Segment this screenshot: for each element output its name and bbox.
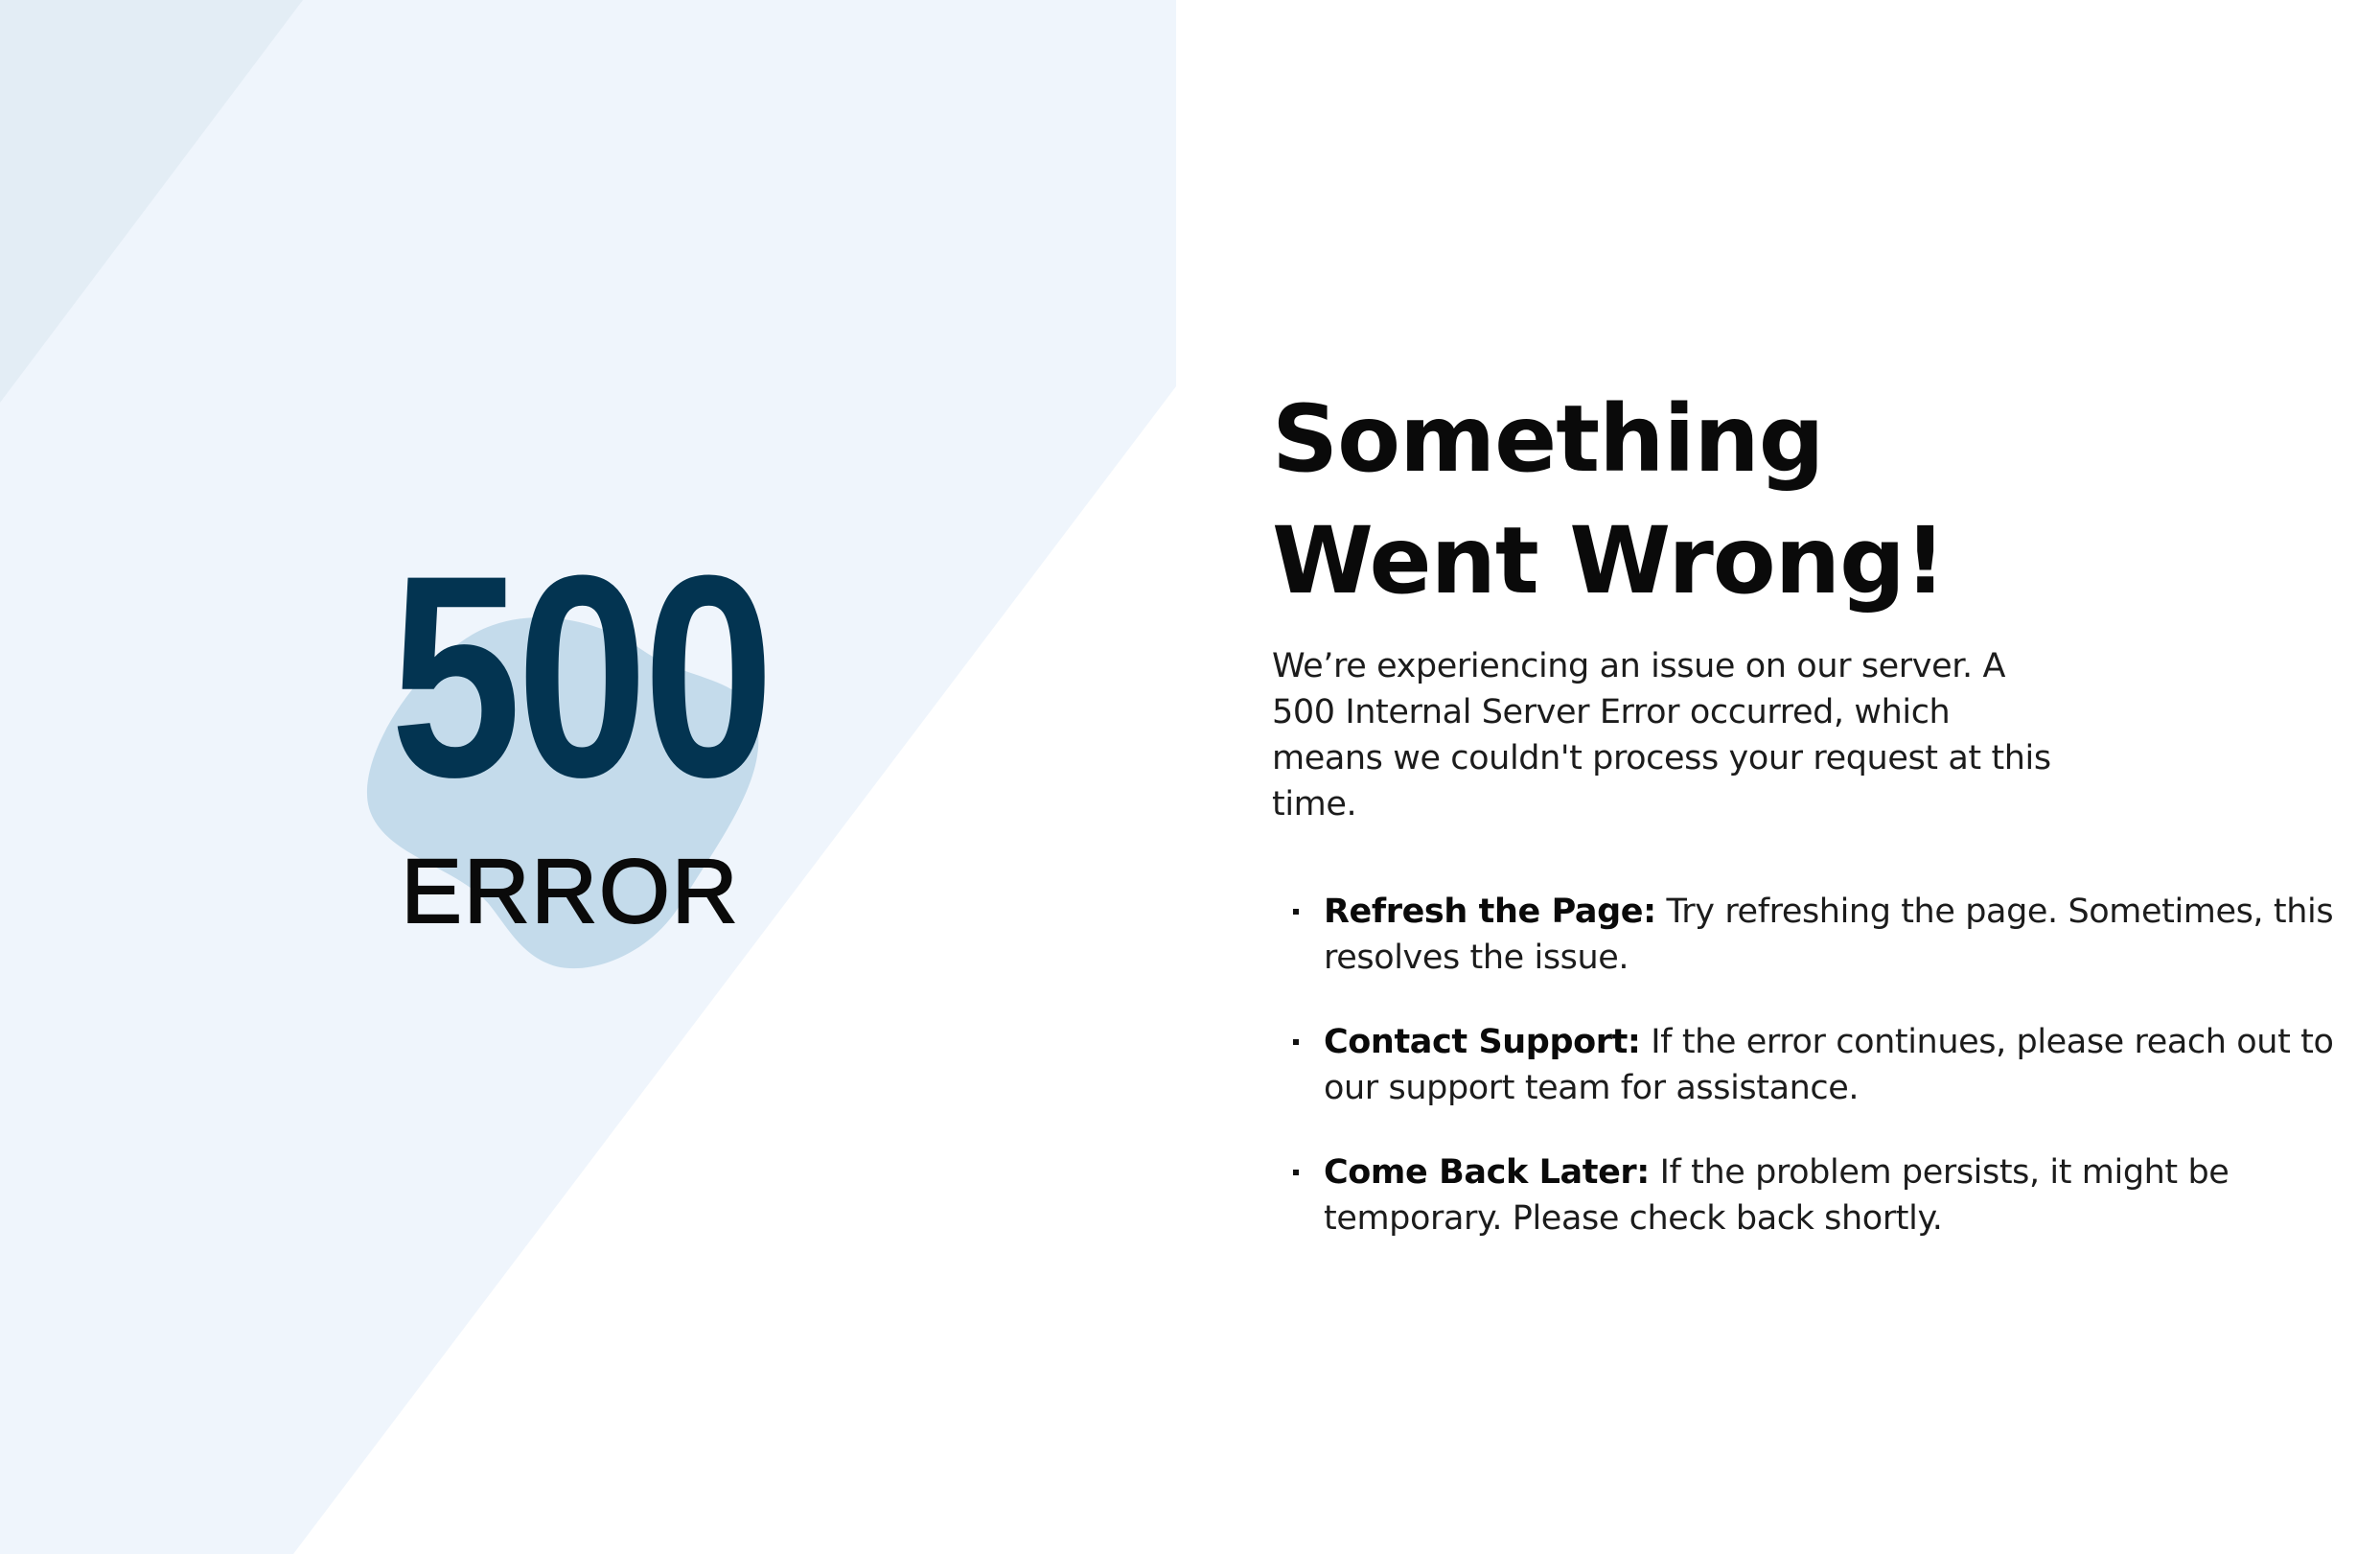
tip-contact-support: Contact Support: If the error continues,… [1272,1019,2378,1111]
square-bullet-icon [1293,1039,1299,1045]
page-title: Something Went Wrong! [1272,379,2345,622]
tip-title: Contact Support: [1324,1023,1641,1061]
page-title-line-2: Went Wrong! [1272,507,1947,615]
square-bullet-icon [1293,909,1299,915]
error-code: 500 [390,515,774,837]
page-title-line-1: Something [1272,385,1824,493]
error-graphic: 500 ERROR [0,0,1179,1554]
tip-come-back-later: Come Back Later: If the problem persists… [1272,1149,2378,1241]
tips-list: Refresh the Page: Try refreshing the pag… [1272,889,2345,1241]
tip-refresh-page: Refresh the Page: Try refreshing the pag… [1272,889,2378,981]
square-bullet-icon [1293,1170,1299,1175]
error-description: We’re experiencing an issue on our serve… [1272,647,2051,823]
error-message-panel: Something Went Wrong! We’re experiencing… [1272,379,2345,1280]
tip-title: Refresh the Page: [1324,893,1656,931]
error-label: ERROR [400,841,740,942]
tip-title: Come Back Later: [1324,1153,1650,1192]
